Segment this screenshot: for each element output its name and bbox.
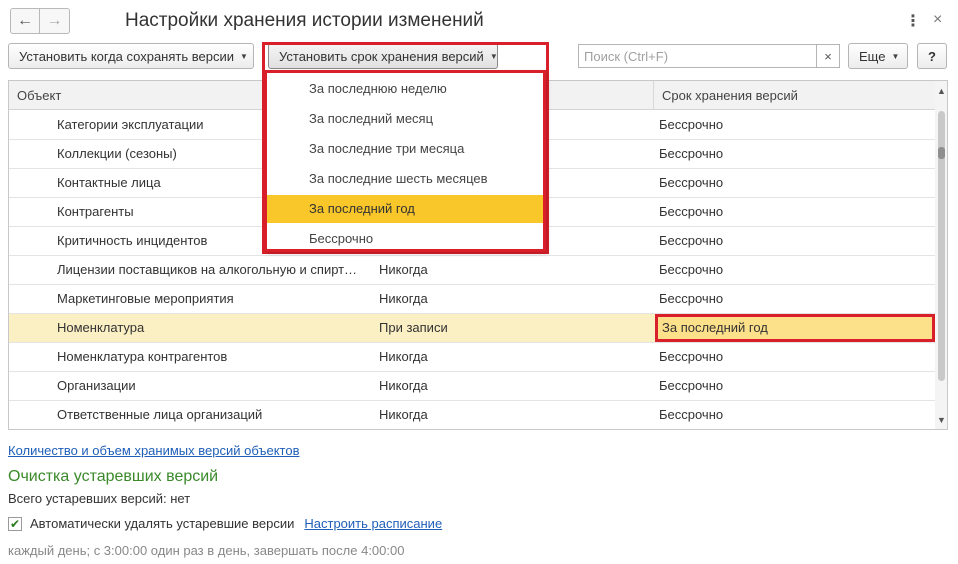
cell-period: Бессрочно <box>659 175 724 190</box>
clear-icon: × <box>824 48 832 64</box>
caret-down-icon: ▼ <box>489 51 498 61</box>
back-button[interactable]: ← <box>10 8 40 34</box>
cell-object: Номенклатура <box>57 320 145 335</box>
arrow-right-icon: → <box>46 12 63 29</box>
cleanup-section-title: Очистка устаревших версий <box>8 468 219 485</box>
cell-object: Ответственные лица организаций <box>57 407 263 422</box>
cell-period: Бессрочно <box>659 291 724 306</box>
cell-when: Никогда <box>379 262 428 277</box>
more-button[interactable]: Еще ▼ <box>848 43 908 69</box>
cell-period: Бессрочно <box>659 378 724 393</box>
close-icon[interactable]: × <box>933 11 942 29</box>
scroll-up-icon[interactable]: ▲ <box>937 86 946 96</box>
menu-item[interactable]: За последний месяц <box>267 105 543 133</box>
scroll-down-icon[interactable]: ▼ <box>937 415 946 425</box>
cell-object: Номенклатура контрагентов <box>57 349 228 364</box>
caret-down-icon: ▼ <box>239 51 248 61</box>
cell-period: Бессрочно <box>659 349 724 364</box>
auto-delete-checkbox[interactable]: ✔ <box>8 516 22 531</box>
cell-period-highlighted[interactable]: За последний год <box>655 314 935 342</box>
page-title: Настройки хранения истории изменений <box>125 10 484 31</box>
scrollbar-thumb[interactable] <box>938 147 945 159</box>
table-row[interactable]: Маркетинговые мероприятия Никогда Бессрочн… <box>9 285 935 314</box>
cell-period: Бессрочно <box>659 204 724 219</box>
arrow-left-icon: ← <box>17 12 33 29</box>
retention-period-menu: За последнюю неделю За последний месяц За … <box>264 70 546 252</box>
menu-item[interactable]: За последние шесть месяцев <box>267 165 543 193</box>
table-row[interactable]: Номенклатура При записи За последний год <box>9 314 935 343</box>
search-clear-button[interactable]: × <box>816 44 840 68</box>
table-row[interactable]: Ответственные лица организаций Никогда Бес… <box>9 401 935 429</box>
auto-delete-label[interactable]: Автоматически удалять устаревшие версии <box>30 516 294 531</box>
obsolete-total-text: Всего устаревших версий: нет <box>8 491 191 506</box>
set-when-save-button[interactable]: Установить когда сохранять версии ▼ <box>8 43 254 69</box>
versions-count-link[interactable]: Количество и объем хранимых версий объек… <box>8 443 299 458</box>
cell-period: Бессрочно <box>659 262 724 277</box>
table-scrollbar[interactable]: ▲ ▼ <box>935 81 947 429</box>
help-button[interactable]: ? <box>917 43 947 69</box>
more-label: Еще <box>859 48 886 64</box>
more-actions-icon[interactable]: ⋮ <box>905 11 921 31</box>
menu-item[interactable]: За последний год <box>267 195 543 223</box>
cell-object: Организации <box>57 378 136 393</box>
menu-item[interactable]: Бессрочно <box>267 225 543 253</box>
column-header-period[interactable]: Срок хранения версий <box>653 81 935 110</box>
search-input[interactable] <box>578 44 818 68</box>
cell-object: Лицензии поставщиков на алкогольную и сп… <box>57 262 361 277</box>
cell-period: Бессрочно <box>659 117 724 132</box>
configure-schedule-link[interactable]: Настроить расписание <box>304 516 442 531</box>
table-row[interactable]: Организации Никогда Бессрочно <box>9 372 935 401</box>
cell-object: Маркетинговые мероприятия <box>57 291 234 306</box>
caret-down-icon: ▼ <box>891 51 900 61</box>
forward-button[interactable]: → <box>40 8 70 34</box>
cell-period: За последний год <box>662 320 768 335</box>
cell-when: Никогда <box>379 378 428 393</box>
menu-item[interactable]: За последнюю неделю <box>267 75 543 103</box>
set-when-save-label: Установить когда сохранять версии <box>19 48 234 64</box>
table-row[interactable]: Лицензии поставщиков на алкогольную и сп… <box>9 256 935 285</box>
cell-when: Никогда <box>379 291 428 306</box>
cell-when: При записи <box>379 320 448 335</box>
set-retention-period-label: Установить срок хранения версий <box>279 48 484 64</box>
menu-item[interactable]: За последние три месяца <box>267 135 543 163</box>
cell-when: Никогда <box>379 407 428 422</box>
help-icon: ? <box>928 48 936 64</box>
cell-period: Бессрочно <box>659 233 724 248</box>
table-row[interactable]: Номенклатура контрагентов Никогда Бессрочн… <box>9 343 935 372</box>
cell-period: Бессрочно <box>659 407 724 422</box>
schedule-text: каждый день; с 3:00:00 один раз в день, … <box>8 543 405 558</box>
check-icon: ✔ <box>9 516 21 531</box>
cell-when: Никогда <box>379 349 428 364</box>
cell-period: Бессрочно <box>659 146 724 161</box>
auto-delete-row: ✔ Автоматически удалять устаревшие верси… <box>8 516 442 531</box>
set-retention-period-button[interactable]: Установить срок хранения версий ▼ <box>268 43 498 69</box>
